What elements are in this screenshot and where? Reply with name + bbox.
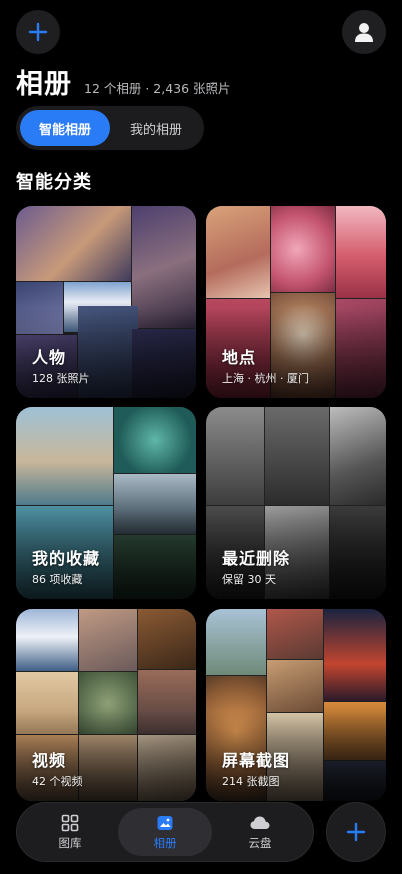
page-title: 相册 bbox=[16, 69, 72, 100]
album-thumbnail bbox=[16, 609, 78, 671]
album-card-places[interactable]: 地点 上海 · 杭州 · 厦门 bbox=[206, 206, 386, 398]
album-title: 最近删除 bbox=[222, 549, 291, 568]
user-icon bbox=[355, 23, 373, 42]
album-segmented-control: 智能相册 我的相册 bbox=[16, 106, 204, 150]
album-card-recently-deleted[interactable]: 最近删除 保留 30 天 bbox=[206, 407, 386, 599]
album-thumbnail bbox=[206, 206, 270, 298]
plus-icon bbox=[346, 822, 366, 842]
album-thumbnail bbox=[79, 609, 137, 671]
album-thumbnail bbox=[114, 407, 196, 473]
add-album-button[interactable] bbox=[16, 10, 60, 54]
album-count: 42 个视频 bbox=[32, 775, 83, 788]
album-title: 屏幕截图 bbox=[222, 751, 291, 770]
add-button[interactable] bbox=[326, 802, 386, 862]
plus-icon bbox=[28, 22, 48, 42]
tab-label: 相册 bbox=[153, 835, 177, 850]
cloud-icon bbox=[250, 816, 270, 829]
album-thumbnail bbox=[267, 609, 323, 659]
bottom-tab-bar: 图库 相册 云盘 bbox=[16, 802, 314, 862]
album-card-favorites[interactable]: 我的收藏 86 项收藏 bbox=[16, 407, 196, 599]
tab-label: 图库 bbox=[58, 835, 82, 850]
album-card-people[interactable]: 人物 128 张照片 bbox=[16, 206, 196, 398]
album-count: 214 张截图 bbox=[222, 775, 280, 788]
album-thumbnail bbox=[330, 407, 386, 505]
album-thumbnail bbox=[16, 407, 113, 505]
tab-smart-albums[interactable]: 智能相册 bbox=[20, 110, 110, 146]
album-thumbnail bbox=[265, 407, 329, 505]
album-thumbnail bbox=[324, 609, 386, 701]
album-thumbnail bbox=[271, 206, 335, 292]
album-thumbnail bbox=[336, 206, 386, 298]
album-count: 上海 · 杭州 · 厦门 bbox=[222, 372, 309, 385]
album-thumbnail bbox=[138, 609, 196, 669]
album-card-screenshots[interactable]: 屏幕截图 214 张截图 bbox=[206, 609, 386, 801]
album-title: 地点 bbox=[222, 348, 257, 367]
grid-icon bbox=[61, 814, 79, 831]
profile-button[interactable] bbox=[342, 10, 386, 54]
tab-label: 云盘 bbox=[248, 835, 272, 850]
album-thumbnail bbox=[16, 206, 131, 281]
album-count: 保留 30 天 bbox=[222, 573, 276, 586]
tab-cloud[interactable]: 云盘 bbox=[213, 808, 307, 856]
album-card-videos[interactable]: 视频 42 个视频 bbox=[16, 609, 196, 801]
page-subtitle: 12 个相册 · 2,436 张照片 bbox=[84, 81, 231, 96]
page-header: 相册 12 个相册 · 2,436 张照片 bbox=[16, 62, 231, 101]
album-thumbnail bbox=[267, 660, 323, 712]
tab-albums[interactable]: 相册 bbox=[118, 808, 212, 856]
album-title: 视频 bbox=[32, 751, 67, 770]
tab-my-albums[interactable]: 我的相册 bbox=[112, 110, 200, 146]
album-count: 86 项收藏 bbox=[32, 573, 83, 586]
album-thumbnail bbox=[206, 609, 266, 675]
album-thumbnail bbox=[206, 407, 264, 505]
album-count: 128 张照片 bbox=[32, 372, 90, 385]
album-title: 我的收藏 bbox=[32, 549, 101, 568]
album-title: 人物 bbox=[32, 348, 67, 367]
tab-gallery[interactable]: 图库 bbox=[23, 808, 117, 856]
section-title: 智能分类 bbox=[16, 172, 92, 193]
album-icon bbox=[157, 815, 173, 830]
